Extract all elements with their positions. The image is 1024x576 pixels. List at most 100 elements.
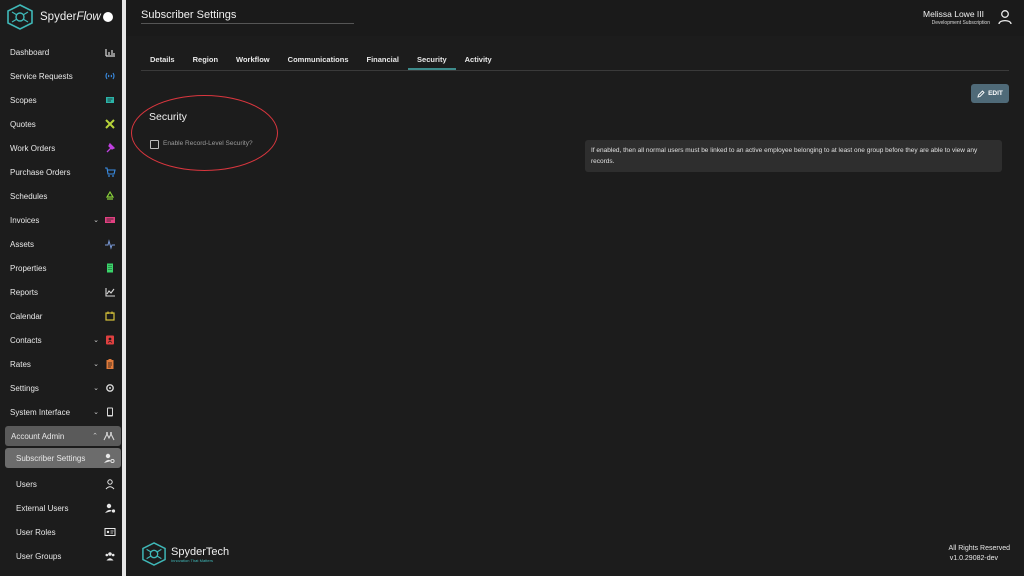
clipboard-icon [104, 358, 116, 370]
sidebar-item-purchase-orders[interactable]: Purchase Orders [0, 160, 122, 184]
footer-tagline: Innovation That Matters [171, 558, 213, 563]
sidebar-item-label: Account Admin [11, 431, 65, 441]
sidebar-item-label: Assets [10, 239, 35, 249]
sidebar-item-label: Properties [10, 263, 47, 273]
chevron-down-icon: ⌄ [93, 361, 99, 368]
spydertech-logo-icon [142, 542, 166, 566]
footer-rights: All Rights Reserved [948, 545, 1010, 552]
tablet-icon [104, 406, 116, 418]
recycle-icon [104, 190, 116, 202]
sidebar-subitem-external-users[interactable]: External Users [0, 496, 122, 520]
sidebar-item-label: Dashboard [10, 47, 50, 57]
sidebar-item-label: Schedules [10, 191, 48, 201]
user-gear-icon [103, 452, 115, 464]
sidebar-item-label: Users [16, 479, 37, 489]
sidebar-subitem-user-groups[interactable]: User Groups [0, 544, 122, 568]
tab-security[interactable]: Security [408, 51, 456, 70]
sidebar-subitem-user-roles[interactable]: User Roles [0, 520, 122, 544]
sidebar-item-invoices[interactable]: Invoices ⌄ [0, 208, 122, 232]
users-icon [104, 550, 116, 562]
chevron-down-icon: ⌄ [93, 385, 99, 392]
page-title: Subscriber Settings [141, 9, 237, 21]
sidebar-item-label: Settings [10, 383, 39, 393]
brand-name: SpyderFlow [40, 11, 101, 23]
sidebar-item-label: Rates [10, 359, 31, 369]
sidebar-item-label: Invoices [10, 215, 40, 225]
sidebar-item-label: Purchase Orders [10, 167, 71, 177]
sidebar-item-label: User Roles [16, 527, 56, 537]
invoice-icon [104, 214, 116, 226]
sidebar-item-scopes[interactable]: Scopes [0, 88, 122, 112]
scope-box-icon [104, 94, 116, 106]
sidebar-item-label: External Users [16, 503, 69, 513]
sidebar: SpyderFlow Dashboard Service Requests Scop… [0, 0, 126, 576]
spyder-logo-icon [7, 4, 33, 30]
footer-version: v1.0.29082-dev [949, 555, 998, 562]
sidebar-item-rates[interactable]: Rates ⌄ [0, 352, 122, 376]
sidebar-item-label: Work Orders [10, 143, 56, 153]
sidebar-item-label: System Interface [10, 407, 71, 417]
sidebar-item-system-interface[interactable]: System Interface ⌄ [0, 400, 122, 424]
sidebar-item-dashboard[interactable]: Dashboard [0, 40, 122, 64]
sidebar-item-label: Calendar [10, 311, 43, 321]
sidebar-item-label: User Groups [16, 551, 62, 561]
cart-icon [104, 166, 116, 178]
footer-brand: SpyderTech [171, 546, 230, 558]
annotation-circle [131, 95, 278, 171]
sidebar-item-schedules[interactable]: Schedules [0, 184, 122, 208]
building-icon [104, 262, 116, 274]
sidebar-subitem-subscriber-settings[interactable]: Subscriber Settings [5, 448, 121, 468]
tab-activity[interactable]: Activity [456, 51, 501, 70]
sidebar-item-quotes[interactable]: Quotes [0, 112, 122, 136]
signal-icon [104, 70, 116, 82]
sidebar-item-service-requests[interactable]: Service Requests [0, 64, 122, 88]
tab-communications[interactable]: Communications [279, 51, 358, 70]
tab-region[interactable]: Region [184, 51, 227, 70]
sidebar-item-settings[interactable]: Settings ⌄ [0, 376, 122, 400]
tab-financial[interactable]: Financial [358, 51, 409, 70]
edit-button[interactable]: EDIT [971, 84, 1009, 103]
sidebar-item-calendar[interactable]: Calendar [0, 304, 122, 328]
tools-icon [104, 118, 116, 130]
contact-card-icon [104, 334, 116, 346]
user-cog-icon [104, 502, 116, 514]
sidebar-item-label: Contacts [10, 335, 42, 345]
sidebar-item-label: Scopes [10, 95, 37, 105]
edit-button-label: EDIT [988, 90, 1003, 97]
user-icon [104, 478, 116, 490]
status-dot-icon[interactable] [103, 12, 113, 22]
id-card-icon [104, 526, 116, 538]
user-name[interactable]: Melissa Lowe III [923, 9, 984, 19]
tab-workflow[interactable]: Workflow [227, 51, 279, 70]
sidebar-item-contacts[interactable]: Contacts ⌄ [0, 328, 122, 352]
calendar-icon [104, 310, 116, 322]
sidebar-item-account-admin[interactable]: Account Admin ⌃ [5, 426, 121, 446]
user-subscription: Development Subscription [931, 20, 990, 26]
gear-icon [104, 382, 116, 394]
hammer-icon [104, 142, 116, 154]
pulse-icon [104, 238, 116, 250]
sidebar-item-reports[interactable]: Reports [0, 280, 122, 304]
user-account-icon[interactable] [997, 9, 1013, 25]
pencil-icon [977, 89, 985, 98]
sidebar-item-assets[interactable]: Assets [0, 232, 122, 256]
sidebar-item-work-orders[interactable]: Work Orders [0, 136, 122, 160]
settings-tabs: Details Region Workflow Communications Finan… [141, 51, 501, 71]
title-underline [141, 23, 354, 24]
sidebar-item-label: Service Requests [10, 71, 73, 81]
sidebar-subitem-users[interactable]: Users [0, 472, 122, 496]
tab-details[interactable]: Details [141, 51, 184, 70]
security-info-box: If enabled, then all normal users must b… [585, 140, 1002, 172]
sidebar-item-label: Subscriber Settings [16, 453, 86, 463]
sidebar-item-label: Quotes [10, 119, 36, 129]
sidebar-item-properties[interactable]: Properties [0, 256, 122, 280]
sidebar-item-label: Reports [10, 287, 39, 297]
chevron-down-icon: ⌄ [93, 409, 99, 416]
chevron-down-icon: ⌄ [93, 217, 99, 224]
line-chart-icon [104, 286, 116, 298]
users-group-icon [103, 430, 115, 442]
top-bar [126, 0, 1024, 36]
chevron-down-icon: ⌄ [93, 337, 99, 344]
brand[interactable]: SpyderFlow [6, 4, 101, 30]
tabs-divider [141, 70, 1009, 71]
